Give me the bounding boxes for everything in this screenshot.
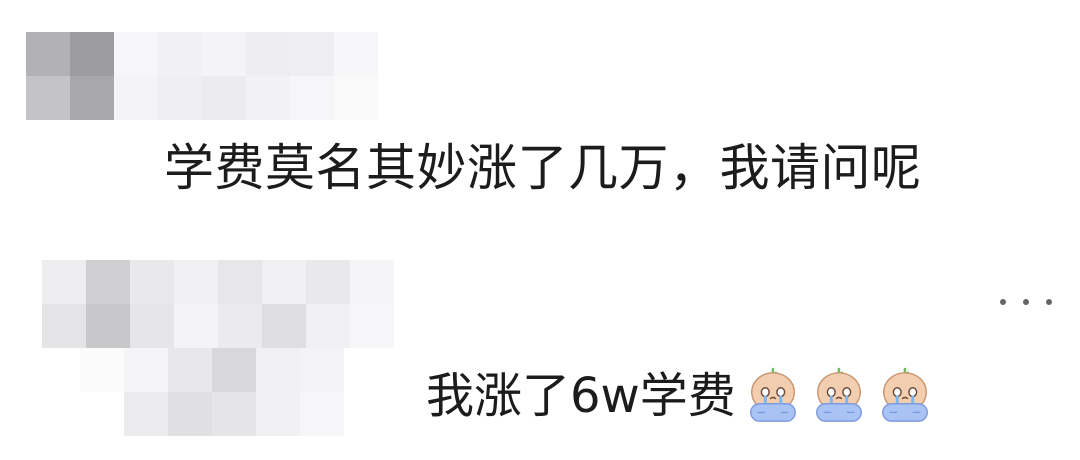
reply-text: 我涨了6w学费 [426, 368, 736, 424]
mosaic-tile [26, 76, 70, 120]
mosaic-tile [262, 260, 306, 304]
mosaic-tile [300, 348, 344, 392]
mosaic-tile [130, 304, 174, 348]
mosaic-tile [350, 304, 394, 348]
mosaic-tile [212, 392, 256, 436]
mosaic-tile [262, 304, 306, 348]
mosaic-tile [334, 32, 378, 76]
mosaic-tile [168, 348, 212, 392]
mosaic-tile [26, 32, 70, 76]
mosaic-tile [158, 32, 202, 76]
mosaic-tile [114, 76, 158, 120]
blurred-reply-target [80, 348, 432, 436]
blurred-username [26, 32, 378, 120]
mosaic-tile [256, 348, 300, 392]
mosaic-tile [344, 348, 388, 392]
more-options-button[interactable] [1000, 288, 1052, 316]
blurred-username [42, 260, 394, 348]
mosaic-tile [246, 76, 290, 120]
mosaic-tile [246, 32, 290, 76]
mosaic-tile [290, 32, 334, 76]
mosaic-tile [42, 304, 86, 348]
mosaic-tile [300, 392, 344, 436]
mosaic-tile [174, 304, 218, 348]
mosaic-tile [344, 392, 388, 436]
mosaic-tile [218, 304, 262, 348]
more-icon-dot [1023, 299, 1029, 305]
mosaic-tile [202, 32, 246, 76]
mosaic-tile [42, 260, 86, 304]
mosaic-tile [306, 260, 350, 304]
comment-text: 学费莫名其妙涨了几万，我请问呢 [164, 139, 922, 197]
reply-content: 我涨了6w学费 [426, 360, 934, 432]
mosaic-tile [86, 260, 130, 304]
mosaic-tile [124, 348, 168, 392]
mosaic-tile [212, 348, 256, 392]
mosaic-tile [86, 304, 130, 348]
mosaic-tile [124, 392, 168, 436]
mosaic-tile [350, 260, 394, 304]
mosaic-tile [290, 76, 334, 120]
mosaic-tile [114, 32, 158, 76]
crying-emoji-icon [815, 367, 862, 422]
mosaic-tile [70, 32, 114, 76]
mosaic-tile [202, 76, 246, 120]
mosaic-tile [70, 76, 114, 120]
mosaic-tile [334, 76, 378, 120]
mosaic-tile [168, 392, 212, 436]
mosaic-tile [80, 348, 124, 392]
mosaic-tile [158, 76, 202, 120]
crying-emoji-icon [881, 367, 928, 422]
mosaic-tile [80, 392, 124, 436]
mosaic-tile [256, 392, 300, 436]
mosaic-tile [218, 260, 262, 304]
crying-emoji-icon [749, 367, 796, 422]
more-icon-dot [1046, 299, 1052, 305]
more-icon [1000, 299, 1006, 305]
mosaic-tile [174, 260, 218, 304]
mosaic-tile [306, 304, 350, 348]
mosaic-tile [130, 260, 174, 304]
